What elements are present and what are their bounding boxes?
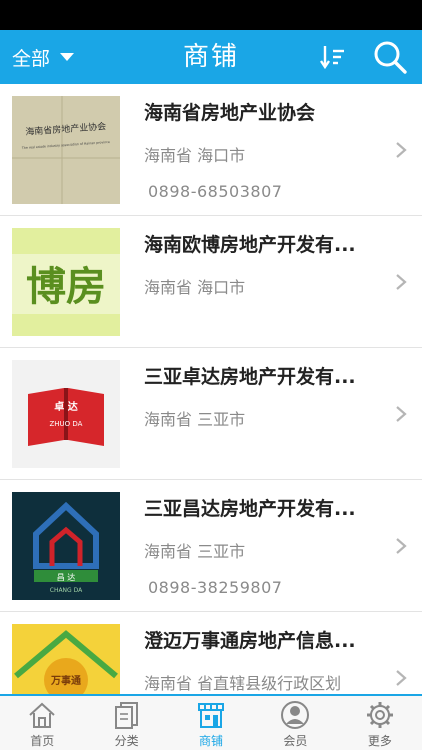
- shop-list: 海南省房地产业协会 The real estate industry assoc…: [0, 84, 422, 694]
- sort-icon: [320, 46, 344, 70]
- tab-label: 更多: [367, 734, 392, 748]
- tab-label: 会员: [283, 734, 308, 748]
- shop-icon: [198, 703, 225, 728]
- filter-label: 全部: [12, 47, 51, 70]
- shop-list-item[interactable]: 海南省房地产业协会 The real estate industry assoc…: [0, 84, 422, 216]
- tab-label: 分类: [114, 734, 139, 748]
- tab-more[interactable]: 更多: [338, 696, 422, 750]
- shop-name: 三亚昌达房地产开发有...: [144, 498, 356, 520]
- shop-thumbnail: 昌 达 CHANG DA: [12, 492, 120, 600]
- shop-list-item[interactable]: 博房 海南欧博房地产开发有... 海南省 海口市: [0, 216, 422, 348]
- shop-name: 三亚卓达房地产开发有...: [144, 366, 356, 388]
- shop-region: 海南省 海口市: [144, 278, 246, 297]
- shop-phone: 0898-38259807: [148, 578, 283, 597]
- shop-list-item[interactable]: 昌 达 CHANG DA 三亚昌达房地产开发有... 海南省 三亚市 0898-…: [0, 480, 422, 612]
- shop-region: 海南省 三亚市: [144, 542, 246, 561]
- tab-category[interactable]: 分类: [84, 696, 168, 750]
- chevron-right-icon: [396, 670, 407, 686]
- chevron-right-icon: [396, 406, 407, 422]
- svg-text:博房: 博房: [26, 264, 106, 310]
- search-icon: [374, 41, 407, 74]
- category-icon: [114, 702, 138, 729]
- shop-thumbnail: 博房: [12, 228, 120, 336]
- filter-dropdown[interactable]: 全部: [12, 30, 75, 84]
- tab-label: 首页: [30, 734, 55, 748]
- svg-text:CHANG DA: CHANG DA: [50, 587, 83, 594]
- top-bar: 全部 商铺: [0, 30, 422, 84]
- shop-region: 海南省 海口市: [144, 146, 246, 165]
- shop-list-item[interactable]: 万事通 澄迈万事通房地产信息... 海南省 省直辖县级行政区划: [0, 612, 422, 694]
- tab-member[interactable]: 会员: [253, 696, 337, 750]
- search-button[interactable]: [372, 39, 408, 75]
- svg-text:卓 达: 卓 达: [54, 400, 77, 413]
- svg-text:万事通: 万事通: [50, 674, 81, 687]
- caret-down-icon: [60, 53, 75, 61]
- shop-name: 澄迈万事通房地产信息...: [144, 630, 356, 652]
- tab-home[interactable]: 首页: [0, 696, 84, 750]
- bottom-tab-bar: 首页 分类 商铺 会员 更多: [0, 694, 422, 750]
- shop-thumbnail: 卓 达 ZHUO DA: [12, 360, 120, 468]
- tab-label: 商铺: [199, 734, 224, 748]
- home-icon: [29, 702, 55, 728]
- shop-region: 海南省 省直辖县级行政区划: [144, 674, 342, 693]
- shop-region: 海南省 三亚市: [144, 410, 246, 429]
- shop-thumbnail: 万事通: [12, 624, 120, 694]
- shop-list-item[interactable]: 卓 达 ZHUO DA 三亚卓达房地产开发有... 海南省 三亚市: [0, 348, 422, 480]
- svg-text:昌 达: 昌 达: [57, 572, 76, 582]
- shop-name: 海南欧博房地产开发有...: [144, 234, 356, 256]
- svg-text:ZHUO DA: ZHUO DA: [50, 420, 83, 428]
- tab-shop[interactable]: 商铺: [169, 696, 253, 750]
- shop-thumbnail: 海南省房地产业协会 The real estate industry assoc…: [12, 96, 120, 204]
- status-bar: [0, 0, 422, 30]
- sort-button[interactable]: [318, 42, 348, 72]
- chevron-right-icon: [396, 274, 407, 290]
- chevron-right-icon: [396, 538, 407, 554]
- shop-name: 海南省房地产业协会: [144, 102, 316, 124]
- member-icon: [281, 701, 310, 729]
- chevron-right-icon: [396, 142, 407, 158]
- shop-phone: 0898-68503807: [148, 182, 283, 201]
- more-icon: [366, 702, 393, 728]
